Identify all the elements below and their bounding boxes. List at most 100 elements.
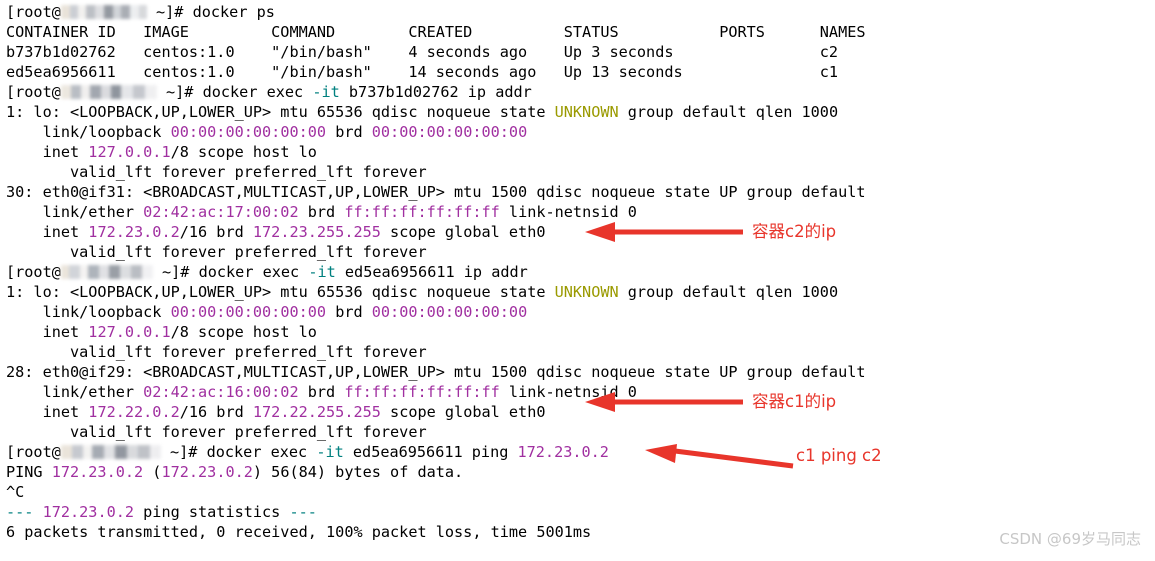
c1-eth0-inet: inet 172.22.0.2/16 brd 172.22.255.255 sc…: [6, 402, 1155, 422]
command-text: docker exec: [197, 443, 317, 461]
c2-lo-inet: inet 127.0.0.1/8 scope host lo: [6, 142, 1155, 162]
output-segment-3: ff:ff:ff:ff:ff:ff: [344, 383, 500, 401]
output-text: 6 packets transmitted, 0 received, 100% …: [6, 523, 592, 541]
command-text: docker exec: [193, 83, 313, 101]
ping-stats-header: --- 172.23.0.2 ping statistics ---: [6, 502, 1155, 522]
output-segment-2: /16 brd: [179, 223, 253, 241]
prompt-user: [root@: [6, 263, 61, 281]
output-segment-4: scope global eth0: [380, 403, 546, 421]
output-segment-1: 172.23.0.2: [88, 223, 180, 241]
output-segment-1: UNKNOWN: [554, 103, 619, 121]
output-segment-3: 172.23.255.255: [252, 223, 381, 241]
output-text: CONTAINER ID IMAGE COMMAND CREATED STATU…: [6, 23, 866, 41]
output-segment-2: brd: [326, 123, 372, 141]
c1-eth0-if: 28: eth0@if29: <BROADCAST,MULTICAST,UP,L…: [6, 362, 1155, 382]
output-segment-2: brd: [298, 383, 345, 401]
output-text: valid_lft forever preferred_lft forever: [6, 343, 427, 361]
command-args: ed5ea6956611 ip addr: [335, 263, 528, 281]
redacted-hostname: [60, 265, 153, 279]
output-segment-1: 02:42:ac:16:00:02: [143, 383, 299, 401]
ping-interrupt: ^C: [6, 482, 1155, 502]
output-segment-3: ff:ff:ff:ff:ff:ff: [344, 203, 500, 221]
c2-eth0-if: 30: eth0@if31: <BROADCAST,MULTICAST,UP,L…: [6, 182, 1155, 202]
csdn-watermark: CSDN @69岁马同志: [999, 530, 1141, 548]
ping-stats-line: 6 packets transmitted, 0 received, 100% …: [6, 522, 1155, 542]
output-segment-2: brd: [326, 303, 372, 321]
command-flag: -it: [308, 263, 336, 281]
output-segment-1: 172.22.0.2: [88, 403, 180, 421]
annotation-label-c1-ip: 容器c1的ip: [752, 392, 837, 411]
output-segment-1: UNKNOWN: [554, 283, 619, 301]
output-text: b737b1d02762 centos:1.0 "/bin/bash" 4 se…: [6, 43, 839, 61]
c1-lo-if: 1: lo: <LOOPBACK,UP,LOWER_UP> mtu 65536 …: [6, 282, 1155, 302]
prompt-user: [root@: [6, 83, 61, 101]
output-segment-0: 1: lo: <LOOPBACK,UP,LOWER_UP> mtu 65536 …: [6, 103, 555, 121]
redacted-hostname: [60, 5, 147, 19]
output-segment-1: 02:42:ac:17:00:02: [143, 203, 299, 221]
c1-eth0-mac: link/ether 02:42:ac:16:00:02 brd ff:ff:f…: [6, 382, 1155, 402]
ping-banner: PING 172.23.0.2 (172.23.0.2) 56(84) byte…: [6, 462, 1155, 482]
output-segment-2: /16 brd: [179, 403, 253, 421]
command-flag: -it: [316, 443, 344, 461]
cmd-docker-ps: [root@ ~]# docker ps: [6, 2, 1155, 22]
c1-lo-mac: link/loopback 00:00:00:00:00:00 brd 00:0…: [6, 302, 1155, 322]
output-segment-4: scope global eth0: [380, 223, 546, 241]
output-segment-3: 00:00:00:00:00:00: [371, 123, 528, 141]
terminal-output[interactable]: [root@ ~]# docker ps CONTAINER ID IMAGE C…: [6, 2, 1155, 542]
command-text: docker ps: [183, 3, 275, 21]
output-text: ^C: [6, 483, 25, 501]
annotation-label-c2-ip: 容器c2的ip: [752, 222, 837, 241]
output-segment-2: (: [143, 463, 162, 481]
output-segment-0: link/ether: [6, 383, 144, 401]
prompt-tail: ~]#: [156, 83, 194, 101]
annotation-label-ping: c1 ping c2: [796, 446, 882, 465]
output-text: 28: eth0@if29: <BROADCAST,MULTICAST,UP,L…: [6, 363, 866, 381]
c2-lo-if: 1: lo: <LOOPBACK,UP,LOWER_UP> mtu 65536 …: [6, 102, 1155, 122]
output-segment-4: link-netnsid 0: [499, 383, 637, 401]
output-text: valid_lft forever preferred_lft forever: [6, 163, 427, 181]
output-segment-3: 172.22.255.255: [252, 403, 381, 421]
c1-lo-lft: valid_lft forever preferred_lft forever: [6, 342, 1155, 362]
prompt-tail: ~]#: [146, 3, 184, 21]
output-segment-0: inet: [6, 403, 89, 421]
prompt-tail: ~]#: [160, 443, 198, 461]
output-segment-2: group default qlen 1000: [618, 283, 839, 301]
c1-eth0-lft: valid_lft forever preferred_lft forever: [6, 422, 1155, 442]
c2-lo-mac: link/loopback 00:00:00:00:00:00 brd 00:0…: [6, 122, 1155, 142]
output-segment-0: inet: [6, 323, 89, 341]
cmd-ping: [root@ ~]# docker exec -it ed5ea6956611 …: [6, 442, 1155, 462]
command-text: docker exec: [189, 263, 309, 281]
command-flag: -it: [312, 83, 340, 101]
c2-eth0-lft: valid_lft forever preferred_lft forever: [6, 242, 1155, 262]
command-target-ip: 172.23.0.2: [517, 443, 609, 461]
output-segment-4: ) 56(84) bytes of data.: [252, 463, 464, 481]
prompt-user: [root@: [6, 3, 61, 21]
output-segment-2: group default qlen 1000: [618, 103, 839, 121]
ps-row-c2: b737b1d02762 centos:1.0 "/bin/bash" 4 se…: [6, 42, 1155, 62]
prompt-user: [root@: [6, 443, 61, 461]
output-segment-3: ---: [289, 503, 317, 521]
c2-eth0-mac: link/ether 02:42:ac:17:00:02 brd ff:ff:f…: [6, 202, 1155, 222]
output-segment-0: inet: [6, 223, 89, 241]
output-segment-1: 127.0.0.1: [88, 143, 171, 161]
output-segment-1: 00:00:00:00:00:00: [170, 123, 327, 141]
output-segment-2: brd: [298, 203, 345, 221]
output-text: valid_lft forever preferred_lft forever: [6, 423, 427, 441]
ps-header: CONTAINER ID IMAGE COMMAND CREATED STATU…: [6, 22, 1155, 42]
c1-lo-inet: inet 127.0.0.1/8 scope host lo: [6, 322, 1155, 342]
terminal-screenshot: [root@ ~]# docker ps CONTAINER ID IMAGE C…: [0, 0, 1155, 561]
redacted-hostname: [60, 85, 157, 99]
redacted-hostname: [60, 445, 161, 459]
command-args: b737b1d02762 ip addr: [339, 83, 532, 101]
c2-eth0-inet: inet 172.23.0.2/16 brd 172.23.255.255 sc…: [6, 222, 1155, 242]
output-segment-0: link/ether: [6, 203, 144, 221]
output-segment-2: /8 scope host lo: [170, 143, 317, 161]
command-args: ed5ea6956611 ping: [343, 443, 518, 461]
output-segment-0: 1: lo: <LOOPBACK,UP,LOWER_UP> mtu 65536 …: [6, 283, 555, 301]
output-segment-2: /8 scope host lo: [170, 323, 317, 341]
output-segment-1: 172.23.0.2: [51, 463, 144, 481]
output-segment-3: 172.23.0.2: [161, 463, 253, 481]
output-segment-1: 172.23.0.2: [42, 503, 135, 521]
output-segment-0: ---: [6, 503, 43, 521]
output-segment-0: PING: [6, 463, 52, 481]
